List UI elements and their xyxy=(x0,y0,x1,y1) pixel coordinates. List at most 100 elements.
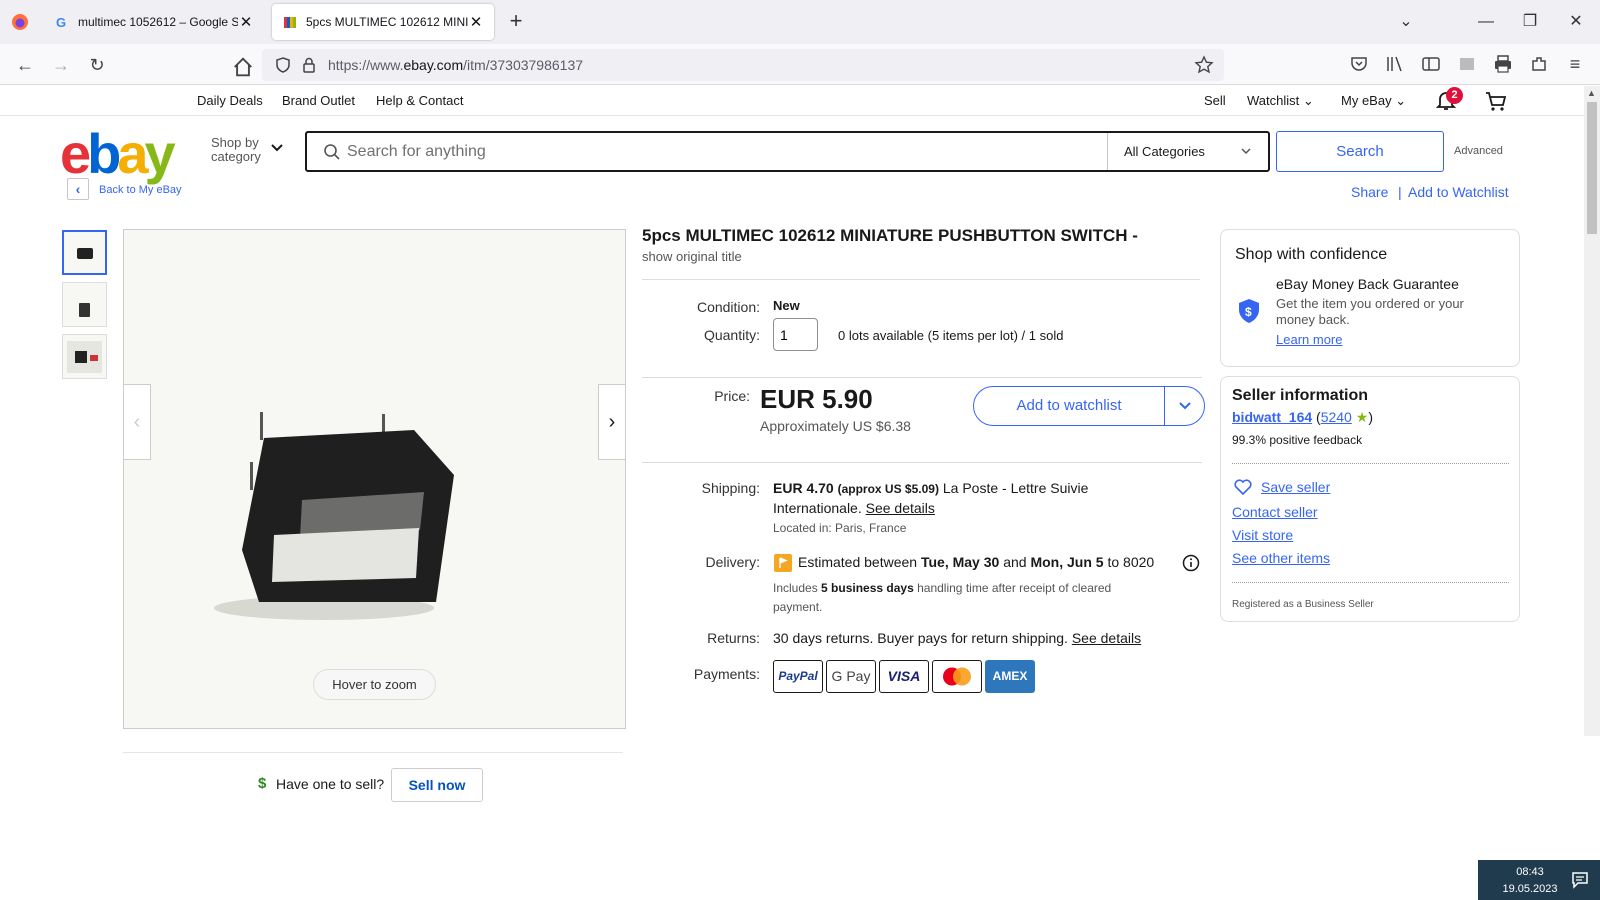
learn-more-link[interactable]: Learn more xyxy=(1276,332,1342,347)
feedback-count-link[interactable]: 5240 xyxy=(1321,409,1352,425)
search-input[interactable] xyxy=(347,139,1077,165)
returns-see-details-link[interactable]: See details xyxy=(1072,630,1141,646)
add-to-watchlist-button[interactable]: Add to watchlist xyxy=(973,386,1205,426)
chevron-down-icon xyxy=(1178,402,1191,410)
gallery-thumbnail-3[interactable] xyxy=(62,334,107,379)
clock-date: 19.05.2023 xyxy=(1502,883,1558,895)
bookmark-star-icon[interactable] xyxy=(1194,55,1214,75)
seller-information-box: Seller information bidwatt_164 (5240 ★) … xyxy=(1220,376,1520,622)
my-ebay-link[interactable]: My eBay ⌄ xyxy=(1341,93,1406,109)
cart-icon[interactable] xyxy=(1484,89,1508,113)
new-tab-button[interactable]: + xyxy=(504,10,528,34)
tab-ebay-item[interactable]: 5pcs MULTIMEC 102612 MINIAT ✕ xyxy=(272,4,494,40)
gallery-thumbnail-1[interactable] xyxy=(62,230,107,275)
save-seller-link[interactable]: Save seller xyxy=(1261,479,1330,495)
scroll-up-icon[interactable]: ▲ xyxy=(1587,88,1596,98)
payments-label: Payments: xyxy=(693,666,760,682)
search-button[interactable]: Search xyxy=(1276,131,1444,172)
divider xyxy=(123,752,623,753)
minimize-icon[interactable]: — xyxy=(1474,10,1498,34)
svg-text:G: G xyxy=(56,15,66,30)
see-other-items-link[interactable]: See other items xyxy=(1232,550,1330,566)
watchlist-link[interactable]: Watchlist ⌄ xyxy=(1247,93,1314,109)
close-window-icon[interactable]: ✕ xyxy=(1564,10,1588,34)
mastercard-icon xyxy=(932,660,982,693)
seller-info-title: Seller information xyxy=(1232,387,1369,404)
info-icon[interactable] xyxy=(1182,554,1200,572)
shipping-see-details-link[interactable]: See details xyxy=(866,500,935,516)
url-bar[interactable]: https://www.ebay.com/itm/373037986137 xyxy=(262,49,1224,81)
amex-icon: AMEX xyxy=(985,660,1035,693)
add-to-watchlist-link[interactable]: Add to Watchlist xyxy=(1408,184,1509,200)
shop-by-line1: Shop by xyxy=(211,135,259,150)
visit-store-link[interactable]: Visit store xyxy=(1232,527,1293,543)
library-icon[interactable] xyxy=(1384,53,1406,75)
business-seller-note: Registered as a Business Seller xyxy=(1232,599,1374,610)
divider xyxy=(1232,582,1509,583)
close-tab-icon[interactable]: ✕ xyxy=(468,13,484,31)
shop-by-category-button[interactable]: Shop by category xyxy=(211,136,261,164)
watchlist-dropdown-button[interactable] xyxy=(1164,387,1204,425)
visa-icon: VISA xyxy=(879,660,929,693)
chevron-down-icon: ⌄ xyxy=(1302,93,1314,108)
heart-icon[interactable] xyxy=(1234,479,1252,495)
menu-icon[interactable]: ≡ xyxy=(1564,53,1586,75)
print-icon[interactable] xyxy=(1492,53,1514,75)
tab-google-search[interactable]: G multimec 1052612 – Google Suc ✕ xyxy=(44,4,264,40)
advanced-search-link[interactable]: Advanced xyxy=(1454,145,1503,157)
brand-outlet-link[interactable]: Brand Outlet xyxy=(282,93,355,108)
sell-now-button[interactable]: Sell now xyxy=(391,768,483,802)
positive-feedback: 99.3% positive feedback xyxy=(1232,433,1363,447)
browser-tab-bar: G multimec 1052612 – Google Suc ✕ 5pcs M… xyxy=(0,0,1600,44)
shipping-label: Shipping: xyxy=(701,480,760,496)
restore-icon[interactable]: ❐ xyxy=(1518,10,1542,34)
shield-dollar-icon: $ xyxy=(1239,299,1259,323)
scrollbar-thumb[interactable] xyxy=(1587,102,1597,234)
lock-icon[interactable] xyxy=(300,56,318,74)
gallery-thumbnail-2[interactable] xyxy=(62,282,107,327)
back-icon[interactable]: ← xyxy=(12,52,38,78)
extension-icon[interactable] xyxy=(1456,53,1478,75)
daily-deals-link[interactable]: Daily Deals xyxy=(197,93,263,108)
chevron-down-icon[interactable] xyxy=(270,142,284,154)
switch-thumbnail-image xyxy=(79,303,90,317)
seller-name-link[interactable]: bidwatt_164 xyxy=(1232,409,1312,425)
next-image-button[interactable]: › xyxy=(598,384,626,460)
page-scrollbar[interactable]: ▲ xyxy=(1584,86,1600,736)
notification-badge: 2 xyxy=(1446,87,1463,104)
share-link[interactable]: Share xyxy=(1351,184,1388,200)
category-select-value: All Categories xyxy=(1124,144,1205,159)
quantity-input[interactable] xyxy=(773,318,818,351)
approx-price: Approximately US $6.38 xyxy=(760,418,911,434)
extensions-puzzle-icon[interactable] xyxy=(1528,53,1550,75)
firefox-icon[interactable] xyxy=(10,12,30,32)
help-contact-link[interactable]: Help & Contact xyxy=(376,93,463,108)
back-chevron-icon[interactable]: ‹ xyxy=(67,178,89,200)
contact-seller-link[interactable]: Contact seller xyxy=(1232,504,1318,520)
sidebar-icon[interactable] xyxy=(1420,53,1442,75)
reload-icon[interactable]: ↻ xyxy=(84,52,110,78)
condition-label: Condition: xyxy=(696,299,760,315)
ebay-top-nav: Daily Deals Brand Outlet Help & Contact … xyxy=(0,86,1584,116)
ebay-logo[interactable]: ebay xyxy=(60,124,176,184)
shop-by-line2: category xyxy=(211,149,261,164)
pocket-icon[interactable] xyxy=(1348,53,1370,75)
forward-icon[interactable]: → xyxy=(48,52,74,78)
show-original-title-link[interactable]: show original title xyxy=(642,249,742,264)
tab-title: multimec 1052612 – Google Suc xyxy=(78,15,238,29)
home-icon[interactable] xyxy=(230,54,256,80)
google-icon: G xyxy=(56,15,66,30)
delivery-flag-icon xyxy=(774,554,792,572)
notifications-icon[interactable] xyxy=(1570,870,1590,890)
taskbar-clock[interactable]: 08:43 19.05.2023 xyxy=(1478,860,1600,900)
sell-link[interactable]: Sell xyxy=(1204,93,1226,108)
category-select[interactable]: All Categories xyxy=(1107,133,1268,170)
back-to-my-ebay-link[interactable]: Back to My eBay xyxy=(99,184,182,196)
list-all-tabs-icon[interactable]: ⌄ xyxy=(1394,10,1418,34)
main-product-image[interactable] xyxy=(123,229,626,729)
item-price: EUR 5.90 xyxy=(760,384,873,414)
previous-image-button[interactable]: ‹ xyxy=(123,384,151,460)
tracking-protection-icon[interactable] xyxy=(274,56,292,74)
bag-thumbnail-image xyxy=(67,341,102,373)
close-tab-icon[interactable]: ✕ xyxy=(238,13,254,31)
